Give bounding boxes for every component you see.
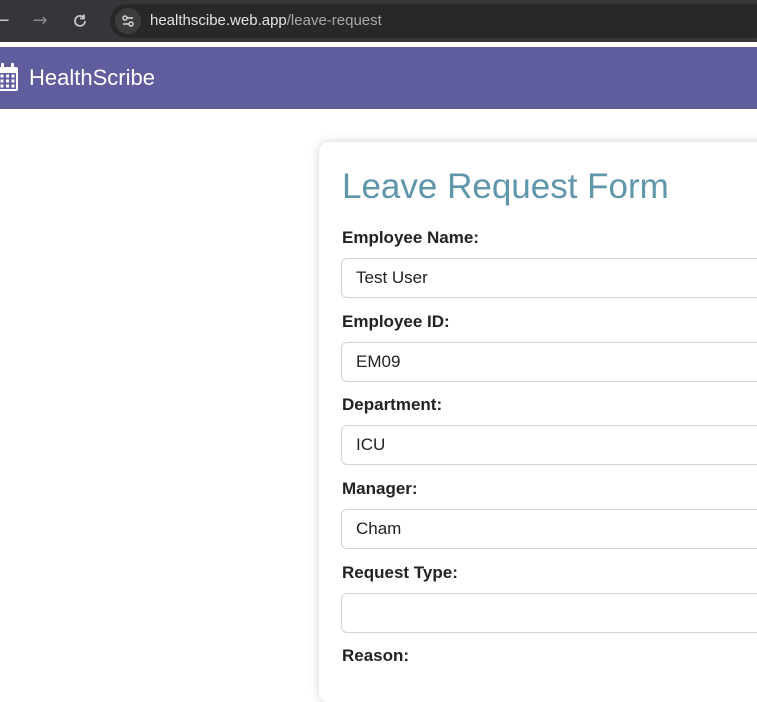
reason-label: Reason:	[342, 646, 410, 665]
calendar-icon	[0, 63, 20, 98]
back-icon[interactable]: ←	[0, 9, 14, 33]
department-label: Department:	[342, 395, 443, 414]
request-type-label: Request Type:	[342, 563, 458, 582]
employee-name-input[interactable]	[341, 258, 757, 298]
manager-input[interactable]	[341, 509, 757, 549]
app-header: HealthScribe	[0, 47, 757, 109]
url-host: healthscibe.web.app	[150, 12, 287, 29]
site-settings-icon[interactable]	[115, 8, 141, 34]
browser-toolbar: ← → healthscibe.web.app/leave-request	[0, 0, 757, 42]
employee-id-label: Employee ID:	[342, 312, 450, 331]
url-path: /leave-request	[286, 12, 382, 29]
form-title: Leave Request Form	[342, 167, 669, 206]
forward-icon[interactable]: →	[28, 9, 52, 33]
request-type-input[interactable]	[341, 593, 757, 633]
employee-name-label: Employee Name:	[342, 228, 479, 247]
manager-label: Manager:	[342, 479, 418, 498]
address-bar[interactable]: healthscibe.web.app/leave-request	[110, 4, 757, 38]
brand-name[interactable]: HealthScribe	[29, 47, 155, 109]
employee-id-input[interactable]	[341, 342, 757, 382]
department-input[interactable]	[341, 425, 757, 465]
reload-icon[interactable]	[68, 9, 92, 33]
url-text[interactable]: healthscibe.web.app/leave-request	[150, 4, 382, 38]
